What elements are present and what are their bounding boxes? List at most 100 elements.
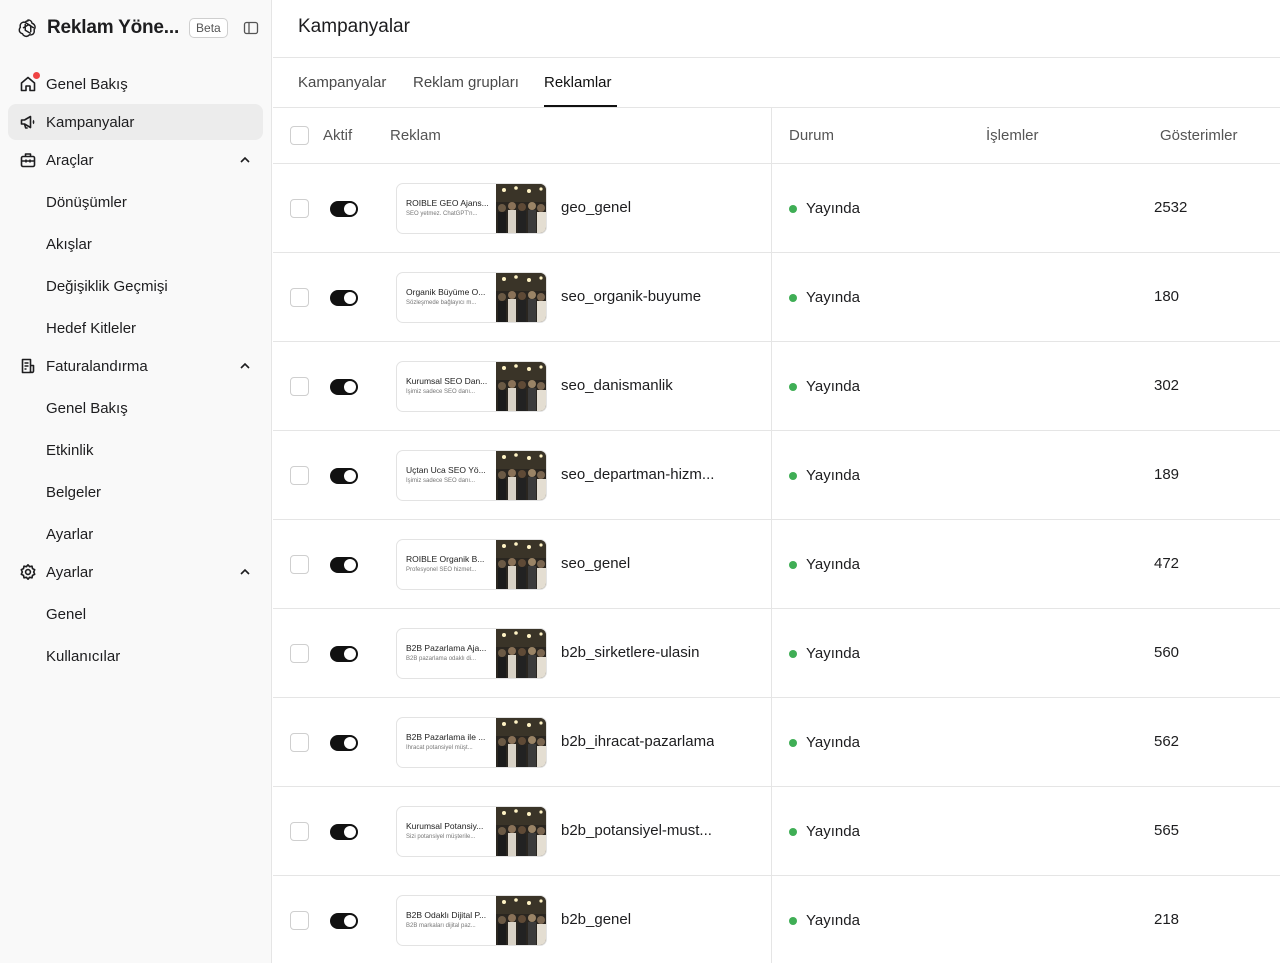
sidebar-item-billing[interactable]: Faturalandırma <box>8 348 263 384</box>
sidebar-item-flows[interactable]: Akışlar <box>8 226 263 262</box>
active-toggle[interactable] <box>330 379 358 395</box>
ad-preview-description: İhracat potansiyel müşt... <box>406 745 473 751</box>
sidebar-item-change-history[interactable]: Değişiklik Geçmişi <box>8 268 263 304</box>
ad-preview-card[interactable]: Organik Büyüme O... Sözleşmede bağlayıcı … <box>396 272 547 323</box>
table-row[interactable]: ROIBLE GEO Ajans... SEO yetmez. ChatGPT'n… <box>273 164 1280 253</box>
table-row[interactable]: Kurumsal SEO Dan... İşimiz sadece SEO dan… <box>273 342 1280 431</box>
active-toggle[interactable] <box>330 468 358 484</box>
ad-preview-title: Kurumsal Potansiy... <box>406 821 484 831</box>
tab-ads[interactable]: Reklamlar <box>544 74 612 91</box>
sidebar-item-label: Belgeler <box>46 483 102 501</box>
sidebar-item-overview[interactable]: Genel Bakış <box>8 66 263 102</box>
status-badge: Yayında <box>789 556 860 573</box>
sidebar-item-users[interactable]: Kullanıcılar <box>8 638 263 674</box>
ad-preview-image <box>496 362 546 411</box>
column-header-status[interactable]: Durum <box>789 127 834 144</box>
ad-preview-description: Sizi potansiyel müşterile... <box>406 834 476 840</box>
table-header: Aktif Reklam Durum İşlemler Gösterimler <box>273 108 1280 164</box>
table-row[interactable]: B2B Pazarlama Aja... B2B pazarlama odaklı… <box>273 609 1280 698</box>
table-row[interactable]: Kurumsal Potansiy... Sizi potansiyel müşt… <box>273 787 1280 876</box>
status-badge: Yayında <box>789 467 860 484</box>
column-header-active[interactable]: Aktif <box>323 127 352 144</box>
sidebar-item-billing-overview[interactable]: Genel Bakış <box>8 390 263 426</box>
sidebar-item-audiences[interactable]: Hedef Kitleler <box>8 310 263 346</box>
ad-name-link[interactable]: seo_departman-hizm... <box>561 466 714 483</box>
status-live-dot <box>789 471 797 480</box>
active-toggle[interactable] <box>330 646 358 662</box>
ad-preview-card[interactable]: B2B Pazarlama Aja... B2B pazarlama odaklı… <box>396 628 547 679</box>
ad-preview-title: Organik Büyüme O... <box>406 287 486 297</box>
row-checkbox[interactable] <box>290 644 309 663</box>
row-checkbox[interactable] <box>290 555 309 574</box>
impressions-value: 565 <box>1154 822 1180 839</box>
ad-name-link[interactable]: b2b_genel <box>561 911 631 928</box>
ad-preview-card[interactable]: B2B Pazarlama ile ... İhracat potansiyel … <box>396 717 547 768</box>
ad-preview-card[interactable]: B2B Odaklı Dijital P... B2B markaları dij… <box>396 895 547 946</box>
active-toggle[interactable] <box>330 557 358 573</box>
row-checkbox[interactable] <box>290 822 309 841</box>
table-row[interactable]: B2B Pazarlama ile ... İhracat potansiyel … <box>273 698 1280 787</box>
sidebar-item-conversions[interactable]: Dönüşümler <box>8 184 263 220</box>
row-checkbox[interactable] <box>290 288 309 307</box>
invoice-icon <box>18 356 38 376</box>
sidebar-item-label: Genel Bakış <box>46 75 128 93</box>
ad-preview-image <box>496 896 546 945</box>
ad-preview-card[interactable]: Uçtan Uca SEO Yö... İşimiz sadece SEO dan… <box>396 450 547 501</box>
ad-preview-image <box>496 184 546 233</box>
tab-campaigns[interactable]: Kampanyalar <box>298 74 386 91</box>
ad-preview-card[interactable]: ROIBLE Organik B... Profesyonel SEO hizme… <box>396 539 547 590</box>
table-row[interactable]: Uçtan Uca SEO Yö... İşimiz sadece SEO dan… <box>273 431 1280 520</box>
chevron-up-icon[interactable] <box>237 358 253 374</box>
status-live-dot <box>789 916 797 925</box>
ad-preview-description: İşimiz sadece SEO danı... <box>406 389 476 395</box>
ad-preview-description: B2B pazarlama odaklı di... <box>406 656 477 662</box>
status-badge: Yayında <box>789 289 860 306</box>
chevron-up-icon[interactable] <box>237 152 253 168</box>
chevron-up-icon[interactable] <box>237 564 253 580</box>
active-toggle[interactable] <box>330 824 358 840</box>
sidebar-item-billing-settings[interactable]: Ayarlar <box>8 516 263 552</box>
row-checkbox[interactable] <box>290 733 309 752</box>
ad-name-link[interactable]: seo_organik-buyume <box>561 288 701 305</box>
ad-preview-text: B2B Odaklı Dijital P... B2B markaları dij… <box>406 910 491 931</box>
impressions-value: 562 <box>1154 733 1180 750</box>
ad-preview-text: Organik Büyüme O... Sözleşmede bağlayıcı … <box>406 287 491 308</box>
ad-preview-card[interactable]: ROIBLE GEO Ajans... SEO yetmez. ChatGPT'n… <box>396 183 547 234</box>
active-toggle[interactable] <box>330 290 358 306</box>
column-header-ad[interactable]: Reklam <box>390 127 441 144</box>
active-toggle[interactable] <box>330 913 358 929</box>
table-row[interactable]: B2B Odaklı Dijital P... B2B markaları dij… <box>273 876 1280 963</box>
ad-name-link[interactable]: b2b_ihracat-pazarlama <box>561 733 714 750</box>
ad-preview-card[interactable]: Kurumsal Potansiy... Sizi potansiyel müşt… <box>396 806 547 857</box>
row-checkbox[interactable] <box>290 911 309 930</box>
active-toggle[interactable] <box>330 201 358 217</box>
tab-ad-groups[interactable]: Reklam grupları <box>413 74 519 91</box>
active-toggle[interactable] <box>330 735 358 751</box>
status-live-dot <box>789 382 797 391</box>
sidebar-item-activity[interactable]: Etkinlik <box>8 432 263 468</box>
table-row[interactable]: ROIBLE Organik B... Profesyonel SEO hizme… <box>273 520 1280 609</box>
column-header-impressions[interactable]: Gösterimler <box>1160 127 1238 144</box>
ad-name-link[interactable]: geo_genel <box>561 199 631 216</box>
row-checkbox[interactable] <box>290 466 309 485</box>
sidebar-item-label: Akışlar <box>46 235 92 253</box>
row-checkbox[interactable] <box>290 199 309 218</box>
sidebar-toggle-icon[interactable] <box>242 19 260 37</box>
ad-name-link[interactable]: b2b_sirketlere-ulasin <box>561 644 699 661</box>
ad-name-link[interactable]: seo_danismanlik <box>561 377 673 394</box>
sidebar-item-general[interactable]: Genel <box>8 596 263 632</box>
ad-preview-title: ROIBLE Organik B... <box>406 554 485 564</box>
ad-preview-card[interactable]: Kurumsal SEO Dan... İşimiz sadece SEO dan… <box>396 361 547 412</box>
sidebar-item-documents[interactable]: Belgeler <box>8 474 263 510</box>
select-all-checkbox[interactable] <box>290 126 309 145</box>
sidebar-item-tools[interactable]: Araçlar <box>8 142 263 178</box>
row-checkbox[interactable] <box>290 377 309 396</box>
sidebar-item-settings[interactable]: Ayarlar <box>8 554 263 590</box>
table-row[interactable]: Organik Büyüme O... Sözleşmede bağlayıcı … <box>273 253 1280 342</box>
ad-name-link[interactable]: seo_genel <box>561 555 630 572</box>
ad-name-link[interactable]: b2b_potansiyel-must... <box>561 822 712 839</box>
sidebar-item-campaigns[interactable]: Kampanyalar <box>8 104 263 140</box>
ad-preview-image <box>496 718 546 767</box>
ad-preview-description: Sözleşmede bağlayıcı m... <box>406 300 477 306</box>
notification-dot <box>33 72 40 79</box>
